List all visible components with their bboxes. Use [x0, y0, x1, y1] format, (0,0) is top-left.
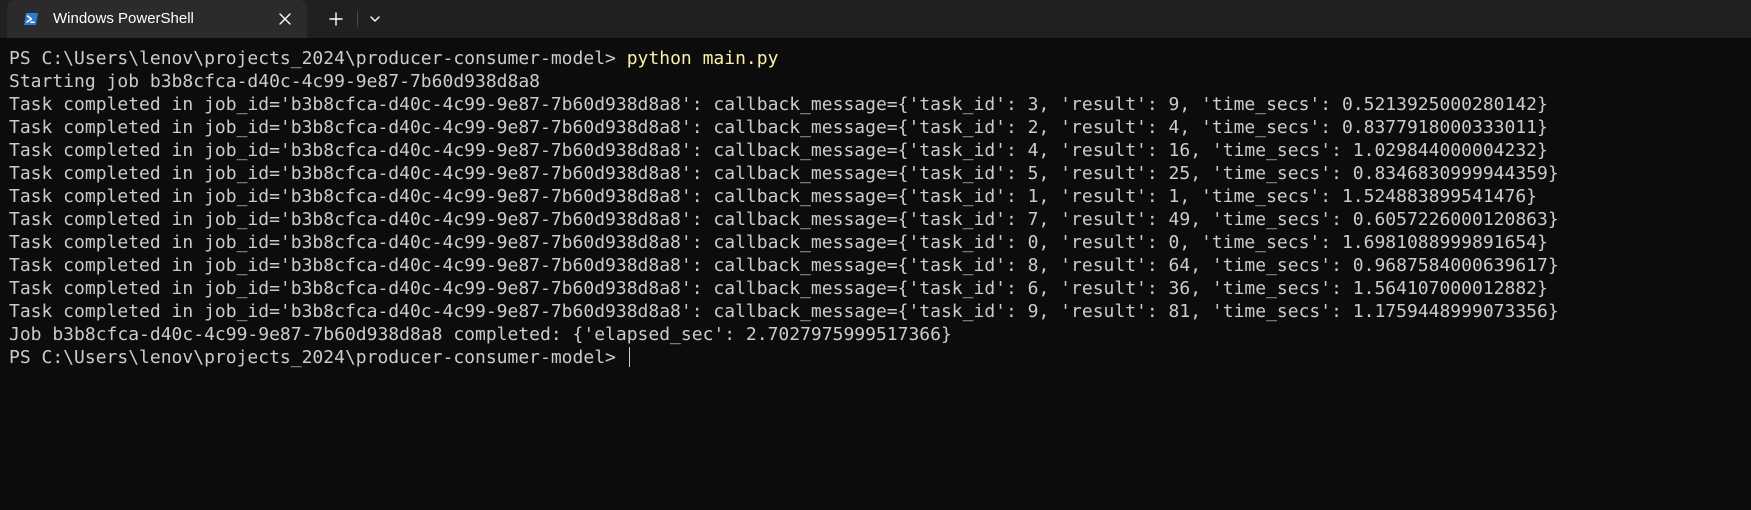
output-line: Task completed in job_id='b3b8cfca-d40c-…	[9, 255, 1559, 276]
output-line: Task completed in job_id='b3b8cfca-d40c-…	[9, 301, 1559, 322]
output-line: Task completed in job_id='b3b8cfca-d40c-…	[9, 186, 1538, 207]
output-line: Starting job b3b8cfca-d40c-4c99-9e87-7b6…	[9, 71, 541, 92]
tab-title: Windows PowerShell	[53, 10, 194, 27]
chevron-down-icon	[370, 16, 380, 22]
terminal-output[interactable]: PS C:\Users\lenov\projects_2024\producer…	[0, 38, 1751, 510]
prompt: PS C:\Users\lenov\projects_2024\producer…	[9, 48, 627, 69]
plus-icon	[329, 12, 343, 26]
output-line: Task completed in job_id='b3b8cfca-d40c-…	[9, 209, 1559, 230]
command-line: PS C:\Users\lenov\projects_2024\producer…	[9, 47, 1751, 70]
output-line: Task completed in job_id='b3b8cfca-d40c-…	[9, 232, 1548, 253]
title-bar: Windows PowerShell	[0, 0, 1751, 38]
new-tab-button[interactable]	[322, 9, 350, 29]
text-cursor	[628, 347, 630, 367]
powershell-icon	[24, 13, 38, 25]
output-line: Job b3b8cfca-d40c-4c99-9e87-7b60d938d8a8…	[9, 324, 952, 345]
output-line: Task completed in job_id='b3b8cfca-d40c-…	[9, 140, 1548, 161]
output-line: Task completed in job_id='b3b8cfca-d40c-…	[9, 117, 1548, 138]
profiles-dropdown-button[interactable]	[361, 9, 389, 29]
prompt: PS C:\Users\lenov\projects_2024\producer…	[9, 347, 627, 368]
final-prompt-line[interactable]: PS C:\Users\lenov\projects_2024\producer…	[9, 346, 1751, 369]
output-line: Task completed in job_id='b3b8cfca-d40c-…	[9, 163, 1559, 184]
terminal-window: Windows PowerShell PS C:\Users\lenov\pro…	[0, 0, 1751, 510]
tab-windows-powershell[interactable]: Windows PowerShell	[7, 0, 307, 38]
titlebar-divider	[357, 11, 358, 27]
close-icon[interactable]	[277, 11, 293, 27]
command-text: python main.py	[626, 48, 779, 69]
output-line: Task completed in job_id='b3b8cfca-d40c-…	[9, 278, 1548, 299]
output-line: Task completed in job_id='b3b8cfca-d40c-…	[9, 94, 1548, 115]
